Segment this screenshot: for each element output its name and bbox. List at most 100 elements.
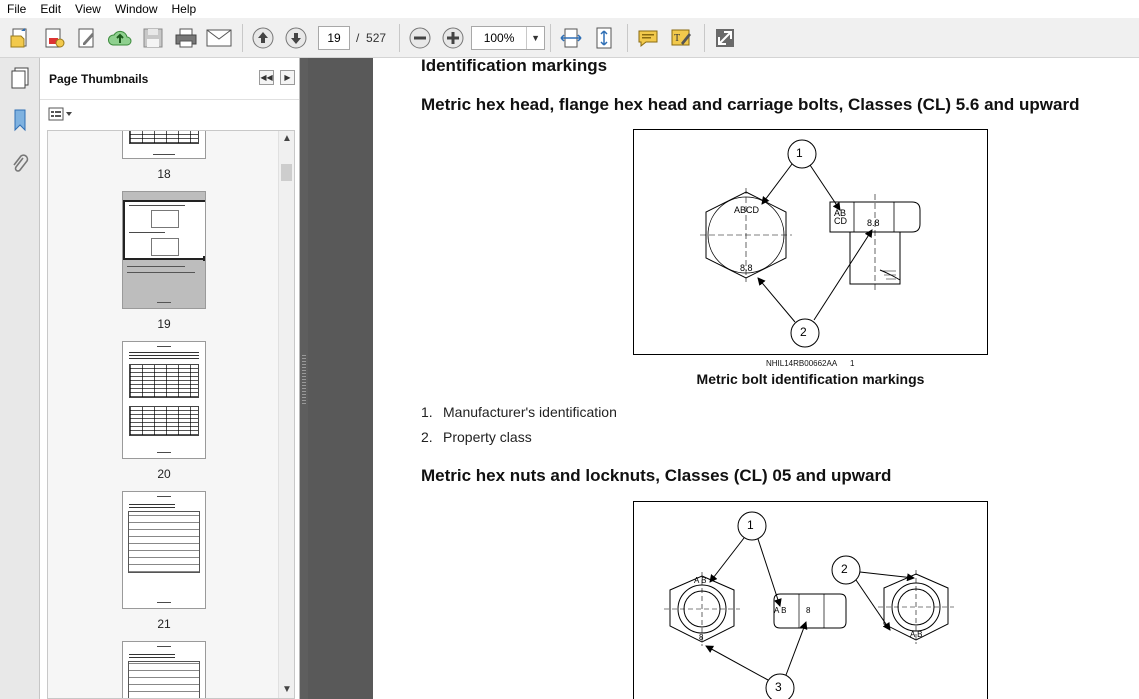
thumbnail-viewport-frame[interactable] xyxy=(123,200,205,261)
thumbnails-list[interactable]: 18 19 20 21 ▲ ▼ xyxy=(47,130,295,699)
toolbar-separator xyxy=(627,23,629,52)
bolt-figure: 1 2 ABCD 8.8 AB CD 8.8 xyxy=(633,129,988,355)
highlight-button[interactable]: T xyxy=(666,23,696,53)
svg-text:T: T xyxy=(674,33,680,44)
zoom-in-button[interactable] xyxy=(438,23,468,53)
thumbnail-options-button[interactable] xyxy=(48,106,74,122)
callout-1: 1 xyxy=(747,518,754,532)
expand-arrows-icon xyxy=(716,28,735,47)
mark-class-side: 8.8 xyxy=(867,218,880,228)
pdf-page: Identification markings Metric hex head,… xyxy=(373,58,1139,699)
toolbar-separator xyxy=(550,23,552,52)
thumbnail-label-21: 21 xyxy=(157,617,171,631)
comment-button[interactable] xyxy=(633,23,663,53)
zoom-out-button[interactable] xyxy=(405,23,435,53)
acrobat-window: File Edit View Window Help 19 / 527 100%… xyxy=(0,0,1139,699)
thumbnail-table xyxy=(128,661,200,698)
save-disk-icon xyxy=(143,28,163,47)
page-thumbnails-tab[interactable] xyxy=(6,64,34,92)
save-button[interactable] xyxy=(138,23,168,53)
upload-button[interactable] xyxy=(105,23,135,53)
thumbnail-table xyxy=(129,406,199,436)
splitter-grip[interactable] xyxy=(302,354,306,404)
nut-figure: 1 2 3 A B 8 A B 8 A B xyxy=(633,501,988,699)
nuts-heading: Metric hex nuts and locknuts, Classes (C… xyxy=(421,466,892,485)
thumbnail-table xyxy=(128,511,200,573)
scroll-up-icon[interactable]: ▲ xyxy=(282,133,292,144)
previous-page-button[interactable] xyxy=(248,23,278,53)
highlighter-icon: T xyxy=(671,29,692,45)
callout-2: 2 xyxy=(841,562,848,576)
email-button[interactable] xyxy=(204,23,234,53)
plus-circle-icon xyxy=(442,27,464,48)
collapse-panel-icon[interactable]: ◀◀ xyxy=(259,70,274,85)
comment-bubble-icon xyxy=(638,30,658,47)
page-thumbnail-20[interactable] xyxy=(122,341,206,459)
callout-1: 1 xyxy=(796,146,803,160)
create-pdf-icon xyxy=(45,28,65,47)
mark-class-front: 8.8 xyxy=(740,263,753,273)
menu-file[interactable]: File xyxy=(0,0,33,18)
thumbnail-label-18: 18 xyxy=(157,167,171,181)
bookmark-icon xyxy=(14,109,26,132)
page-thumbnail-22[interactable] xyxy=(122,641,206,698)
mark-abcd: ABCD xyxy=(734,205,760,215)
page-thumbnail-21[interactable] xyxy=(122,491,206,609)
page-thumbnail-19[interactable] xyxy=(122,191,206,309)
envelope-icon xyxy=(206,29,232,46)
figure-caption: Metric bolt identification markings xyxy=(696,371,925,387)
open-button[interactable] xyxy=(6,23,36,53)
minus-circle-icon xyxy=(409,27,431,48)
zoom-select[interactable]: 100% ▼ xyxy=(471,25,546,50)
print-button[interactable] xyxy=(171,23,201,53)
chevron-right-icon[interactable]: ▶ xyxy=(280,70,295,85)
bolts-heading: Metric hex head, flange hex head and car… xyxy=(421,95,1080,114)
next-page-button[interactable] xyxy=(281,23,311,53)
panel-splitter[interactable] xyxy=(300,58,308,699)
thumbnails-scrollbar[interactable]: ▲ ▼ xyxy=(278,131,294,698)
page-separator: / xyxy=(356,30,360,45)
create-pdf-button[interactable] xyxy=(39,23,69,53)
toolbar-separator xyxy=(399,23,401,52)
zoom-value: 100% xyxy=(483,30,515,45)
menu-bar: File Edit View Window Help xyxy=(0,0,1139,18)
fit-width-button[interactable] xyxy=(556,23,586,53)
printer-icon xyxy=(175,28,197,47)
menu-edit[interactable]: Edit xyxy=(33,0,68,18)
bookmarks-tab[interactable] xyxy=(6,106,34,134)
page-number-input[interactable]: 19 xyxy=(318,25,350,50)
cloud-upload-icon xyxy=(107,30,132,45)
options-list-icon xyxy=(48,107,72,121)
callout-2: 2 xyxy=(800,325,807,339)
thumbnail-label-19: 19 xyxy=(157,317,171,331)
fit-page-icon xyxy=(596,27,612,48)
page-thumbnail-18[interactable] xyxy=(122,131,206,159)
scroll-down-icon[interactable]: ▼ xyxy=(282,684,292,695)
menu-view[interactable]: View xyxy=(68,0,108,18)
fit-width-icon xyxy=(560,28,582,47)
figure-number: 1 xyxy=(850,359,855,368)
document-viewport[interactable]: Identification markings Metric hex head,… xyxy=(300,58,1139,699)
navigation-rail xyxy=(0,58,40,699)
expand-button[interactable] xyxy=(710,23,740,53)
callout-3: 3 xyxy=(775,680,782,694)
fit-page-button[interactable] xyxy=(589,23,619,53)
edit-document-icon xyxy=(78,28,94,47)
resize-handle[interactable] xyxy=(203,256,205,261)
edit-button[interactable] xyxy=(72,23,102,53)
thumbnails-panel-header: Page Thumbnails ◀◀ ▶ xyxy=(40,58,299,100)
list-item: 2. Property class xyxy=(421,429,532,445)
nut-diagram xyxy=(664,511,954,699)
scrollbar-thumb[interactable] xyxy=(281,164,292,181)
menu-window[interactable]: Window xyxy=(108,0,165,18)
thumbnail-table xyxy=(129,364,199,398)
menu-help[interactable]: Help xyxy=(165,0,204,18)
chevron-down-icon[interactable]: ▼ xyxy=(526,26,544,49)
open-folder-icon xyxy=(10,27,27,47)
figure-code: NHIL14RB00662AA xyxy=(766,359,838,368)
bolt-diagram xyxy=(700,139,921,348)
toolbar-separator xyxy=(704,23,706,52)
attachments-tab[interactable] xyxy=(6,150,34,178)
toolbar-separator xyxy=(242,23,243,52)
mark-cd: CD xyxy=(834,216,847,226)
